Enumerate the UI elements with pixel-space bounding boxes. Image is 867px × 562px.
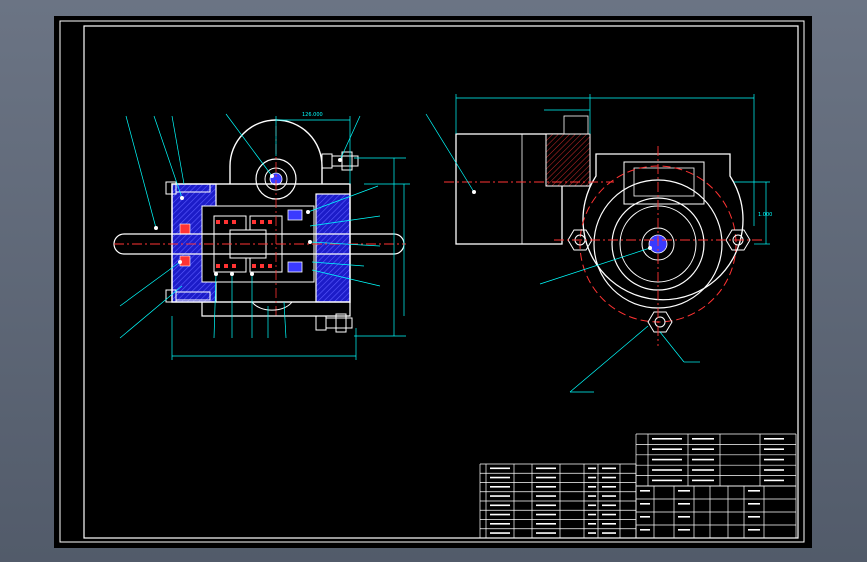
title-cell-mark bbox=[602, 504, 616, 507]
title-cell-mark bbox=[602, 476, 616, 479]
title-cell-mark bbox=[678, 516, 690, 518]
title-cell-mark bbox=[490, 467, 510, 470]
title-cell-mark bbox=[588, 523, 596, 525]
title-cell-mark bbox=[678, 529, 690, 531]
bolt-bottom-right bbox=[315, 313, 353, 333]
title-cell-mark bbox=[490, 532, 510, 534]
title-cell-mark bbox=[652, 479, 682, 482]
title-cell-mark bbox=[678, 503, 690, 505]
title-cell-mark bbox=[602, 486, 616, 488]
housing-body-right bbox=[315, 193, 351, 303]
title-cell-mark bbox=[640, 516, 650, 518]
title-cell-mark bbox=[640, 490, 650, 492]
viewport-frame: 126.000 1.000 bbox=[0, 0, 867, 562]
title-cell-mark bbox=[602, 513, 616, 516]
title-cell-mark bbox=[652, 469, 682, 471]
title-cell-mark bbox=[652, 438, 682, 440]
title-cell-mark bbox=[588, 486, 596, 488]
title-block-main-table bbox=[479, 463, 797, 539]
title-cell-mark bbox=[764, 479, 784, 482]
title-cell-mark bbox=[602, 532, 616, 534]
title-cell-mark bbox=[748, 503, 760, 505]
left-section-view[interactable]: 126.000 bbox=[113, 112, 410, 360]
title-cell-mark bbox=[640, 529, 650, 531]
title-cell-mark bbox=[748, 516, 760, 518]
title-cell-mark bbox=[490, 513, 510, 516]
title-cell-mark bbox=[536, 504, 556, 507]
right-end-view[interactable]: 1.000 bbox=[425, 94, 772, 393]
coupling-inner bbox=[563, 115, 589, 135]
title-cell-mark bbox=[490, 495, 510, 497]
small-bearing-bottom bbox=[287, 261, 303, 273]
cad-sheet: 126.000 1.000 bbox=[59, 20, 805, 543]
title-cell-mark bbox=[764, 438, 784, 440]
title-cell-mark bbox=[764, 458, 784, 461]
seal-top bbox=[179, 223, 191, 235]
title-cell-mark bbox=[748, 529, 760, 531]
title-cell-mark bbox=[588, 467, 596, 470]
title-cell-mark bbox=[490, 476, 510, 479]
small-bearing-top bbox=[287, 209, 303, 221]
title-cell-mark bbox=[678, 490, 690, 492]
lower-boss bbox=[251, 301, 293, 311]
title-cell-mark bbox=[602, 495, 616, 497]
title-cell-mark bbox=[588, 504, 596, 507]
title-cell-mark bbox=[536, 495, 556, 497]
title-cell-mark bbox=[748, 490, 760, 492]
title-cell-mark bbox=[536, 532, 556, 534]
title-cell-mark bbox=[588, 495, 596, 497]
title-cell-mark bbox=[536, 513, 556, 516]
title-cell-mark bbox=[692, 448, 714, 450]
drawing-canvas[interactable]: 126.000 1.000 bbox=[54, 16, 812, 548]
right-dim-label: 1.000 bbox=[758, 212, 772, 218]
title-cell-mark bbox=[588, 513, 596, 516]
title-cell-mark bbox=[536, 467, 556, 470]
title-cell-mark bbox=[490, 504, 510, 507]
coupling bbox=[545, 133, 591, 187]
title-cell-mark bbox=[640, 503, 650, 505]
title-cell-mark bbox=[692, 438, 714, 440]
title-cell-mark bbox=[692, 458, 714, 461]
title-cell-mark bbox=[652, 448, 682, 450]
title-cell-mark bbox=[692, 469, 714, 471]
title-cell-mark bbox=[490, 523, 510, 525]
title-cell-mark bbox=[602, 523, 616, 525]
title-cell-mark bbox=[764, 469, 784, 471]
title-cell-mark bbox=[536, 486, 556, 488]
title-cell-mark bbox=[652, 458, 682, 461]
title-cell-mark bbox=[536, 476, 556, 479]
title-cell-mark bbox=[692, 479, 714, 482]
right-dimensions bbox=[425, 94, 770, 393]
title-cell-mark bbox=[588, 476, 596, 479]
top-dim-label: 126.000 bbox=[302, 112, 323, 118]
title-cell-mark bbox=[602, 467, 616, 470]
title-cell-mark bbox=[536, 523, 556, 525]
housing-outline-right bbox=[582, 153, 744, 301]
title-cell-mark bbox=[490, 486, 510, 488]
title-cell-mark bbox=[588, 532, 596, 534]
title-cell-mark bbox=[764, 448, 784, 450]
